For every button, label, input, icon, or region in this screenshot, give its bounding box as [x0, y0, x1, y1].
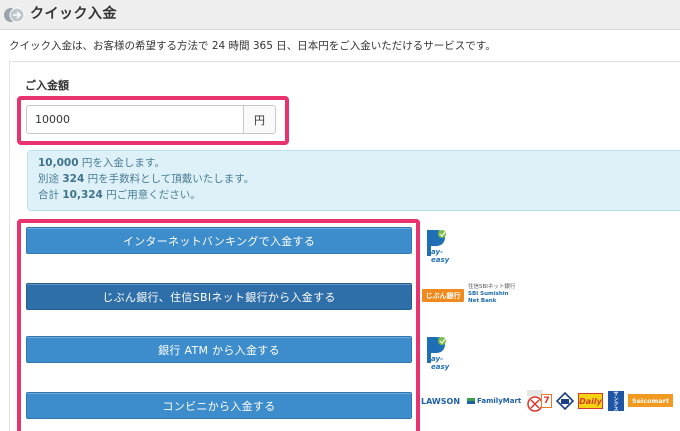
sunkus-logo: サンクス	[608, 391, 624, 411]
summary-line-total: 合計 10,324 円ご用意ください。	[38, 187, 680, 203]
circlek-logo	[555, 391, 575, 411]
daily-yamazaki-logo: Daily	[578, 393, 603, 409]
payeasy-logo-atm: ay-easy	[423, 333, 461, 371]
summary-amount-value: 10,000	[38, 157, 79, 169]
page-title: クイック入金	[30, 6, 117, 22]
summary-fee-value: 324	[62, 173, 85, 185]
sunkus-text: サンクス	[612, 391, 619, 411]
summary-amount-text: 円を入金します。	[78, 157, 165, 169]
circlek-mark-icon	[555, 391, 575, 411]
summary-total-text: 円ご用意ください。	[102, 189, 201, 201]
sbi-logo-bottom: SBI Sumishin Net Bank	[468, 291, 509, 304]
convenience-store-logos: LAWSON FamilyMart 7 Daily サンクス Seicomart	[421, 389, 680, 415]
summary-line-fee: 別途 324 円を手数料として頂戴いたします。	[38, 171, 680, 187]
atm-button[interactable]: 銀行 ATM から入金する	[26, 336, 412, 363]
seicomart-logo: Seicomart	[628, 394, 673, 407]
summary-total-prefix: 合計	[38, 189, 63, 201]
page-header: クイック入金	[0, 0, 680, 30]
familymart-text: FamilyMart	[477, 397, 522, 405]
deposit-summary: 10,000 円を入金します。 別途 324 円を手数料として頂戴いたします。 …	[27, 150, 680, 211]
payeasy-logo: ay-easy	[423, 226, 461, 264]
summary-line-amount: 10,000 円を入金します。	[38, 155, 680, 171]
payeasy-text: ay-easy	[431, 248, 450, 264]
convenience-store-button[interactable]: コンビニから入金する	[26, 392, 412, 419]
familymart-logo: FamilyMart	[467, 395, 521, 407]
jibun-bank-logo: じぶん銀行	[422, 289, 464, 302]
summary-fee-text: 円を手数料として頂戴いたします。	[84, 173, 255, 185]
sbi-net-bank-logo: 住信SBIネット銀行 SBI Sumishin Net Bank	[468, 284, 516, 304]
seven-eleven-logo: 7	[541, 394, 552, 408]
service-description: クイック入金は、お客様の希望する方法で 24 時間 365 日、日本円をご入金い…	[9, 40, 496, 52]
amount-label: ご入金額	[25, 79, 69, 92]
amount-unit: 円	[243, 106, 275, 133]
summary-total-value: 10,324	[62, 189, 103, 201]
internet-banking-button[interactable]: インターネットバンキングで入金する	[26, 227, 412, 254]
amount-field: 円	[26, 105, 276, 134]
jibun-sbi-button[interactable]: じぶん銀行、住信SBIネット銀行から入金する	[26, 283, 412, 310]
summary-fee-prefix: 別途	[38, 173, 63, 185]
sbi-logo-top: 住信SBIネット銀行	[468, 284, 516, 290]
payeasy-text: ay-easy	[431, 355, 450, 371]
deposit-arrows-icon	[4, 7, 25, 23]
lawson-logo: LAWSON	[421, 396, 461, 406]
familymart-stripe-icon	[467, 398, 475, 404]
amount-input[interactable]	[27, 106, 243, 133]
